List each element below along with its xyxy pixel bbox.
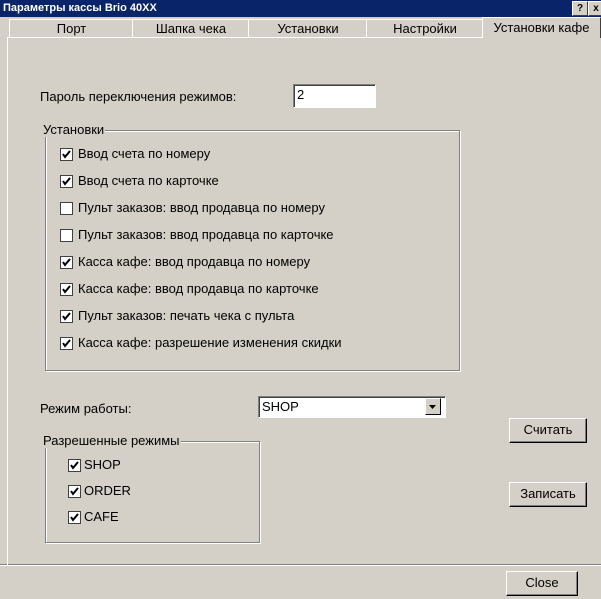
tab-settings[interactable]: Установки bbox=[248, 19, 368, 38]
title-bar: Параметры кассы Brio 40XX ? x bbox=[0, 0, 601, 17]
tab-port[interactable]: Порт bbox=[9, 19, 134, 38]
tab-cafe-settings[interactable]: Установки кафе bbox=[482, 17, 601, 38]
settings-window: Параметры кассы Brio 40XX ? x Порт Шапка… bbox=[0, 0, 601, 599]
tab-receipt-header[interactable]: Шапка чека bbox=[132, 19, 250, 38]
help-button[interactable]: ? bbox=[572, 1, 588, 16]
window-title: Параметры кассы Brio 40XX bbox=[3, 2, 157, 14]
close-button[interactable]: Close bbox=[506, 571, 578, 596]
close-window-button[interactable]: x bbox=[588, 1, 601, 16]
tab-panel bbox=[7, 37, 600, 565]
tab-configuration[interactable]: Настройки bbox=[366, 19, 484, 38]
window-edge bbox=[0, 17, 7, 564]
